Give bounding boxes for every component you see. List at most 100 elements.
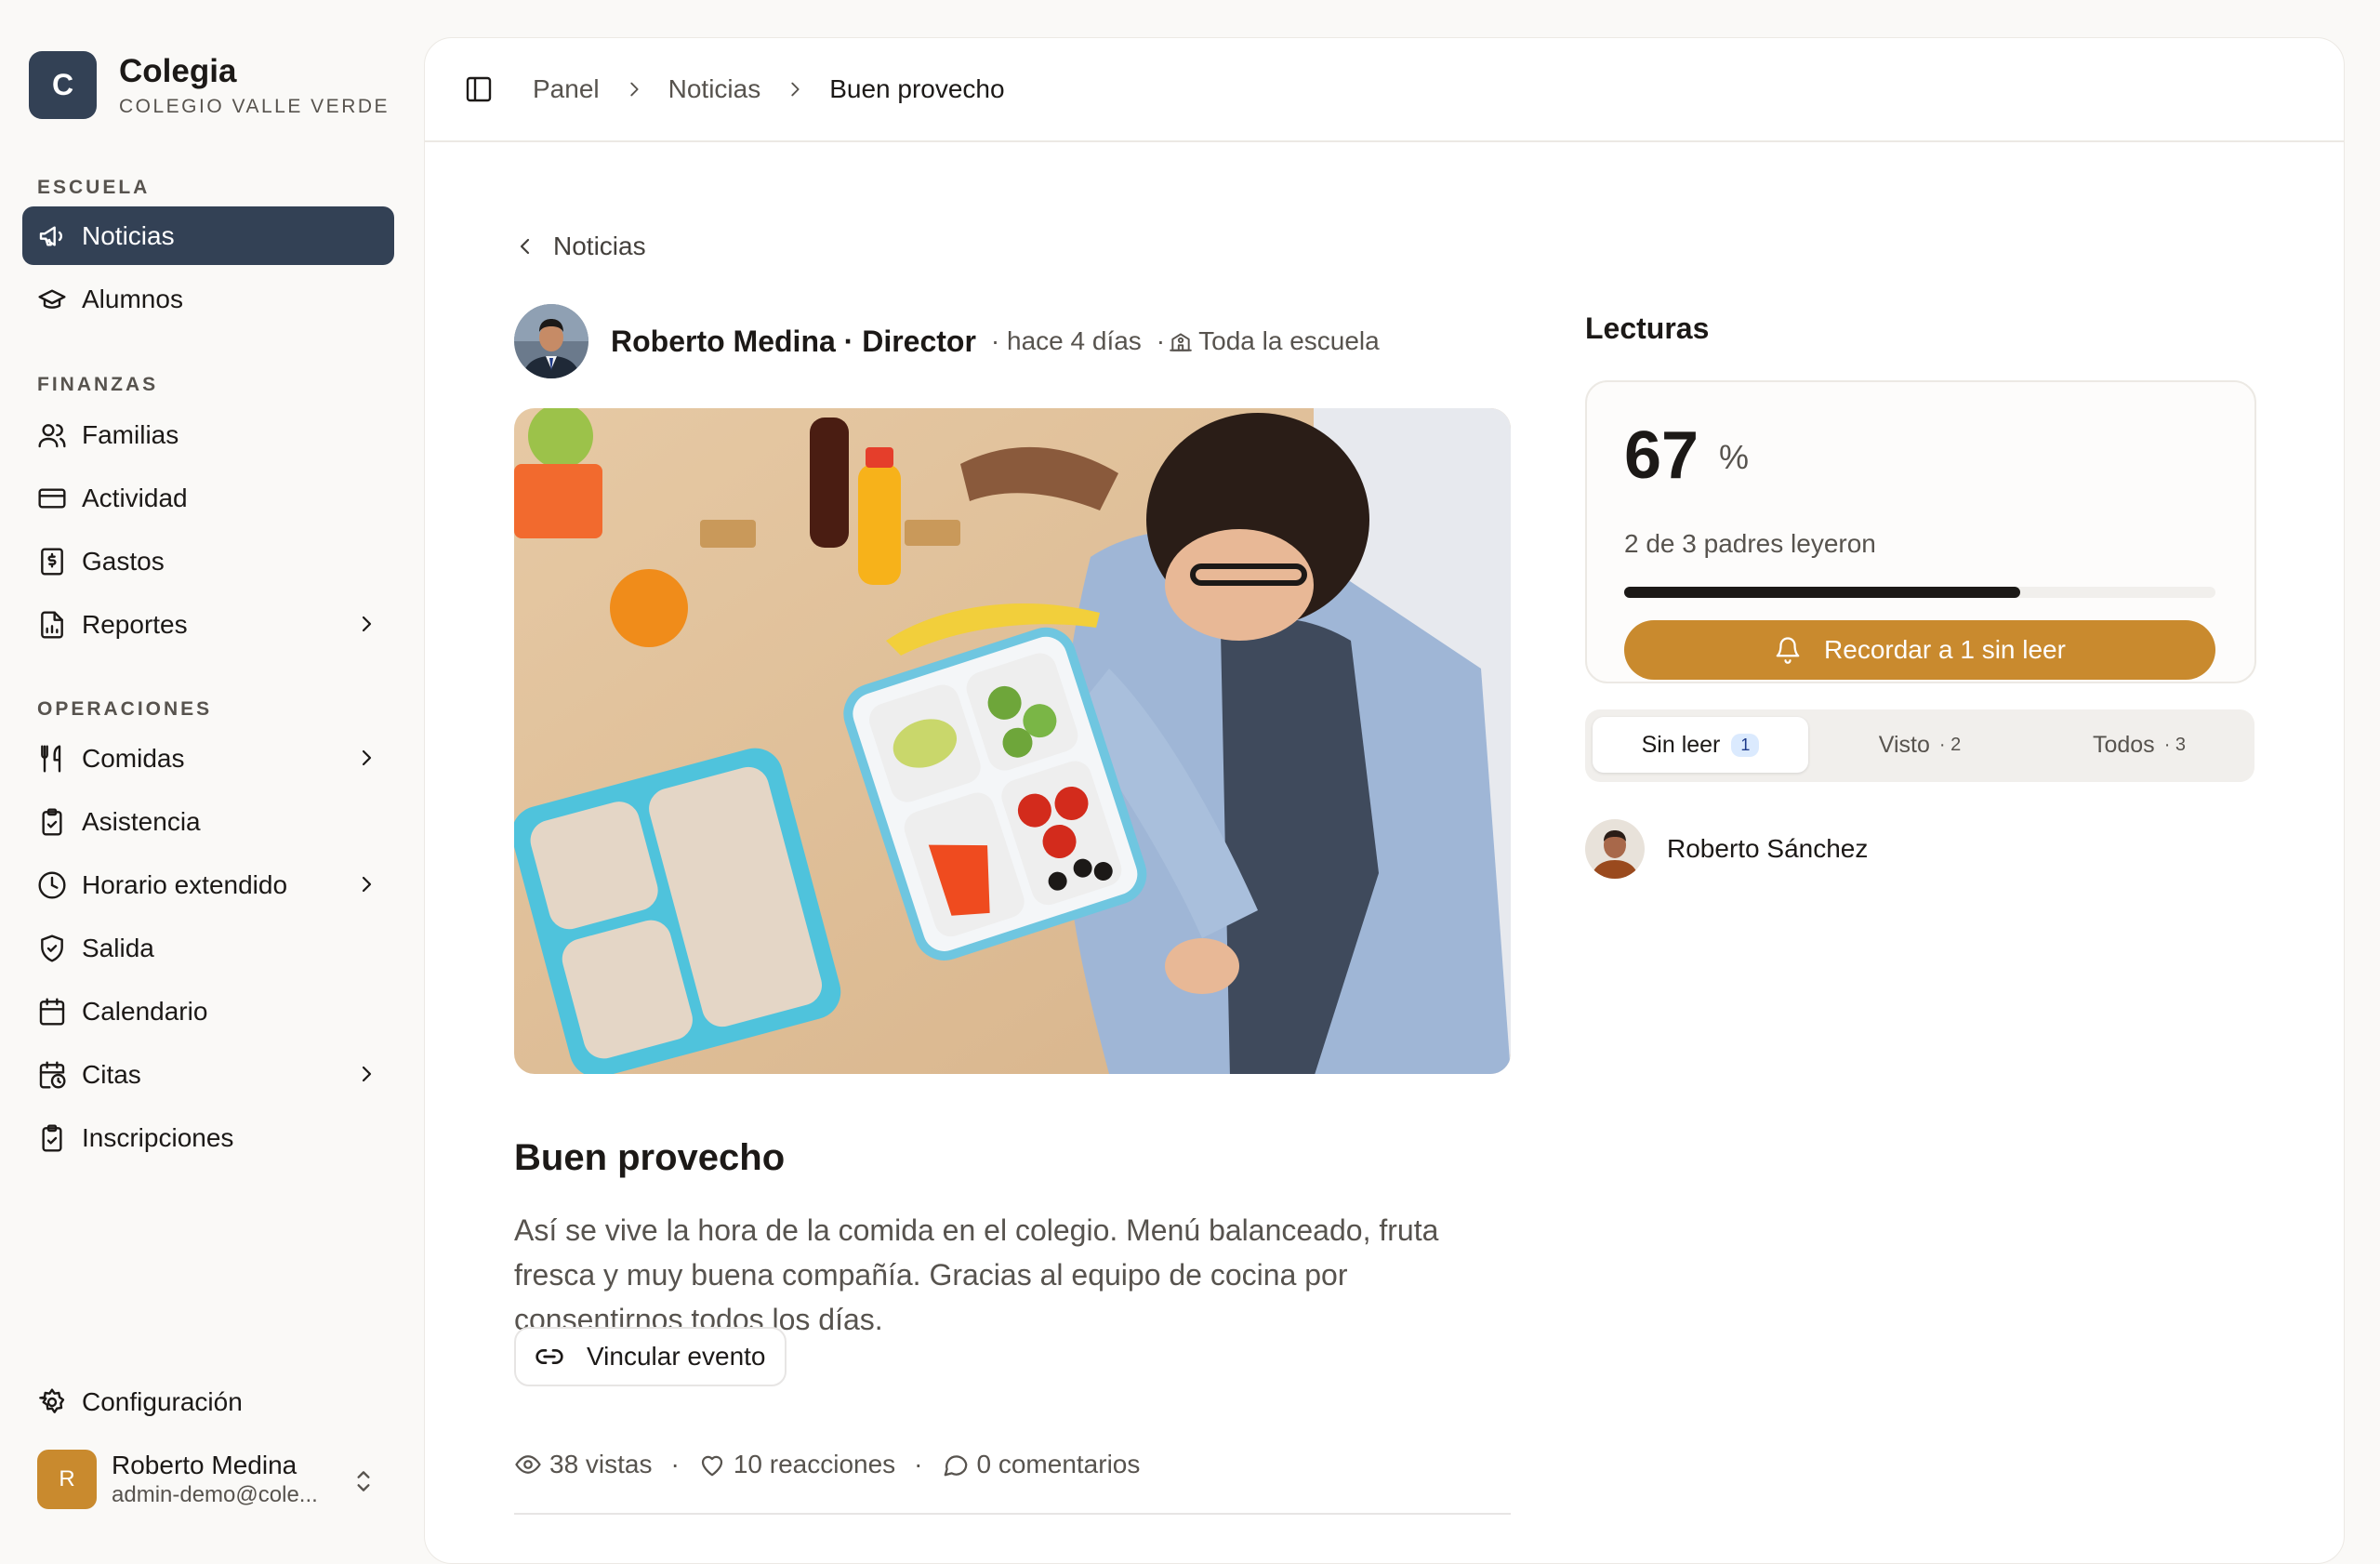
sidebar-item-horario-extendido[interactable]: Horario extendido <box>22 855 394 914</box>
tab-todos[interactable]: Todos · 3 <box>2031 717 2247 773</box>
sidebar-item-salida[interactable]: Salida <box>22 919 394 977</box>
sidebar-item-alumnos[interactable]: Alumnos <box>22 270 394 328</box>
back-link-label: Noticias <box>553 232 646 260</box>
tab-visto[interactable]: Visto · 2 <box>1812 717 2028 773</box>
views-count: 38 vistas <box>549 1450 653 1478</box>
brand-name: Colegia <box>119 52 237 89</box>
section-label-operaciones: OPERACIONES <box>37 698 213 720</box>
users-icon <box>38 423 66 447</box>
sidebar-item-inscripciones[interactable]: Inscripciones <box>22 1108 394 1167</box>
back-link[interactable]: Noticias <box>514 232 646 261</box>
comments-count: 0 comentarios <box>976 1450 1141 1478</box>
sidebar-item-actividad[interactable]: Actividad <box>22 469 394 527</box>
tab-sin-leer[interactable]: Sin leer 1 <box>1593 717 1808 773</box>
sidebar-item-label: Reportes <box>82 609 188 639</box>
sidebar-item-label: Calendario <box>82 996 208 1026</box>
sidebar-item-citas[interactable]: Citas <box>22 1045 394 1104</box>
breadcrumb-noticias[interactable]: Noticias <box>668 74 761 104</box>
chevron-right-icon <box>362 616 372 632</box>
reader-avatar <box>1585 819 1645 879</box>
sidebar-item-label: Inscripciones <box>82 1122 234 1152</box>
reader-name: Roberto Sánchez <box>1667 834 1869 863</box>
user-menu[interactable]: R Roberto Medina admin-demo@cole... <box>22 1439 394 1519</box>
audience-separator: · <box>1156 326 1166 355</box>
post-author-row: Roberto Medina · Director · hace 4 días … <box>514 304 1380 378</box>
credit-card-icon <box>38 487 66 509</box>
brand-logo: C <box>29 51 97 119</box>
sidebar-item-label: Salida <box>82 933 154 962</box>
read-progress-bar <box>1624 587 2215 598</box>
top-bar: Panel Noticias Buen provecho <box>425 38 2344 142</box>
chevron-right-icon <box>362 876 372 893</box>
sidebar-item-calendario[interactable]: Calendario <box>22 982 394 1040</box>
author-avatar <box>514 304 588 378</box>
tab-label: Todos <box>2092 731 2155 758</box>
user-name: Roberto Medina <box>112 1451 298 1479</box>
sidebar-item-gastos[interactable]: Gastos <box>22 532 394 590</box>
avatar: R <box>37 1450 97 1509</box>
remind-button-label: Recordar a 1 sin leer <box>1824 635 2066 664</box>
sidebar-item-label: Comidas <box>82 743 185 773</box>
sidebar-item-label: Actividad <box>82 483 188 512</box>
calendar-clock-icon <box>39 1060 66 1089</box>
reactions-count: 10 reacciones <box>733 1450 896 1478</box>
stat-separator: · <box>914 1450 923 1478</box>
sidebar-item-configuracion[interactable]: Configuración <box>22 1372 394 1431</box>
clipboard-list-icon <box>42 1123 62 1152</box>
bell-icon <box>1776 637 1800 664</box>
breadcrumb: Panel Noticias Buen provecho <box>533 74 1005 104</box>
sidebar-item-familias[interactable]: Familias <box>22 405 394 464</box>
sidebar-toggle-icon[interactable] <box>464 74 494 104</box>
breadcrumb-panel[interactable]: Panel <box>533 74 600 104</box>
receipt-icon <box>41 547 63 576</box>
comment-icon <box>944 1455 967 1477</box>
sidebar-item-asistencia[interactable]: Asistencia <box>22 792 394 851</box>
link-event-label: Vincular evento <box>587 1342 766 1371</box>
post-audience: · Toda la escuela <box>1157 326 1380 356</box>
readings-title: Lecturas <box>1585 311 1710 345</box>
post-title: Buen provecho <box>514 1137 786 1178</box>
post-stats: 38 vistas · 10 reacciones · 0 comentario… <box>514 1450 1140 1479</box>
sidebar-item-comidas[interactable]: Comidas <box>22 729 394 788</box>
remind-button[interactable]: Recordar a 1 sin leer <box>1624 620 2215 680</box>
read-percent-sign: % <box>1719 438 1750 476</box>
shield-check-icon <box>41 934 63 962</box>
brand[interactable]: C Colegia COLEGIO VALLE VERDE <box>29 51 390 119</box>
post-image <box>514 408 1511 1074</box>
reactions-stat[interactable]: 10 reacciones <box>698 1450 895 1479</box>
eye-icon <box>515 1455 541 1474</box>
sidebar-item-label: Horario extendido <box>82 869 288 899</box>
clock-icon <box>38 870 66 899</box>
author-name[interactable]: Roberto Medina · Director <box>611 325 976 359</box>
chevron-left-icon <box>520 238 530 255</box>
post-time: · hace 4 días <box>990 326 1142 355</box>
section-label-finanzas: FINANZAS <box>37 374 159 395</box>
sidebar-item-label: Familias <box>82 419 179 449</box>
readings-card: 67 % 2 de 3 padres leyeron Recordar a 1 … <box>1585 380 2256 683</box>
brand-subtitle: COLEGIO VALLE VERDE <box>119 95 390 117</box>
sidebar-item-label: Alumnos <box>82 284 183 313</box>
chevron-right-icon <box>791 82 800 97</box>
chevron-right-icon <box>629 82 639 97</box>
chevron-right-icon <box>362 749 372 766</box>
sidebar-item-noticias[interactable]: Noticias <box>22 206 394 265</box>
sidebar-item-label: Noticias <box>82 220 175 250</box>
read-percent: 67 <box>1624 418 1699 493</box>
views-stat: 38 vistas <box>514 1450 653 1479</box>
comments-stat[interactable]: 0 comentarios <box>942 1450 1141 1479</box>
list-item[interactable]: Roberto Sánchez <box>1585 819 1868 879</box>
tab-label: Sin leer <box>1641 731 1721 758</box>
read-progress-fill <box>1624 587 2021 598</box>
calendar-icon <box>39 997 65 1026</box>
sidebar-item-reportes[interactable]: Reportes <box>22 595 394 654</box>
read-summary: 2 de 3 padres leyeron <box>1624 529 1876 558</box>
chevrons-up-down-icon <box>357 1471 370 1491</box>
link-icon <box>536 1349 563 1364</box>
tab-label: Visto <box>1878 731 1930 758</box>
sidebar-item-label: Gastos <box>82 546 165 576</box>
sidebar-item-label: Asistencia <box>82 806 201 836</box>
post-body: Así se vive la hora de la comida en el c… <box>514 1213 1439 1336</box>
link-event-button[interactable]: Vincular evento <box>514 1327 787 1386</box>
user-email: admin-demo@cole... <box>112 1482 318 1507</box>
sidebar: C Colegia COLEGIO VALLE VERDE ESCUELA No… <box>0 0 418 1547</box>
